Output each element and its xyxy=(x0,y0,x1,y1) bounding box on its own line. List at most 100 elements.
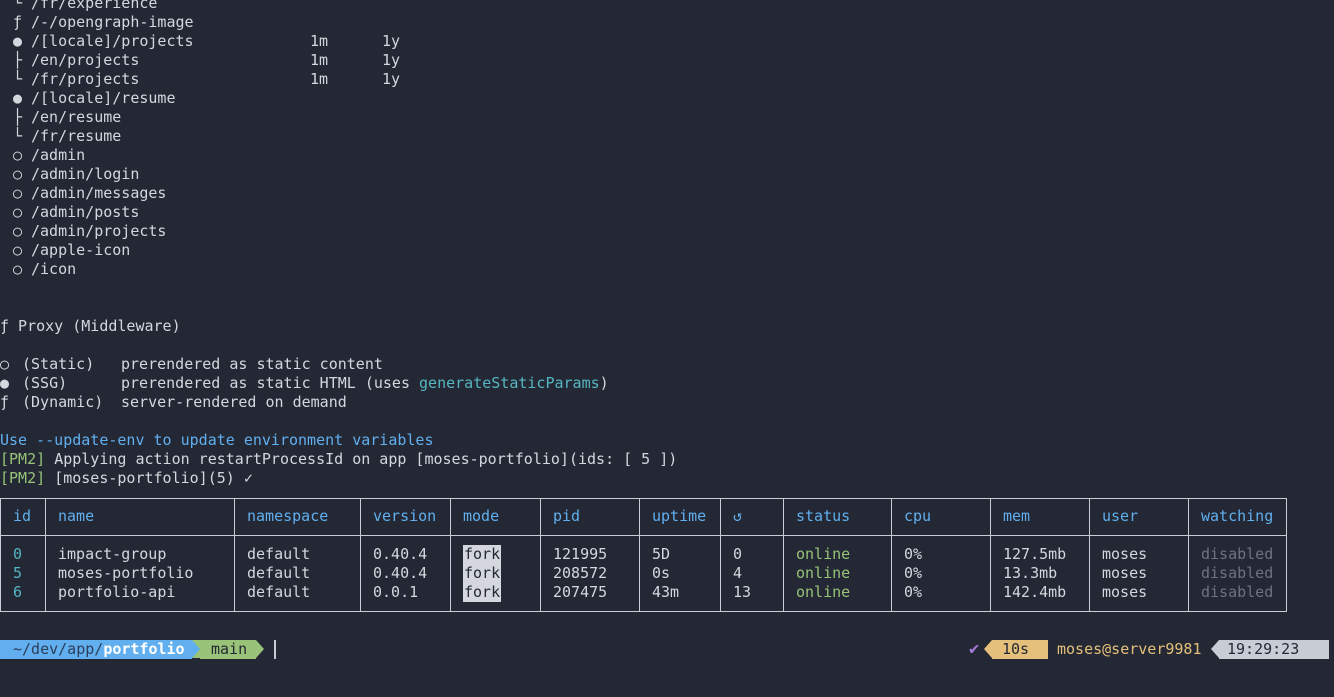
prompt-separator xyxy=(1211,640,1219,658)
table-border xyxy=(0,498,1287,499)
process-watching: disabled xyxy=(1201,545,1274,563)
table-border xyxy=(234,498,235,612)
prompt-branch-segment: main xyxy=(200,640,256,659)
prompt-time-segment: 19:29:23 xyxy=(1219,640,1329,659)
pm2-process-table: id name namespace version mode pid uptime ↺ stat… xyxy=(0,498,1287,612)
legend-dynamic-symbol: ƒ xyxy=(0,393,10,411)
pm2-log-1: [PM2] Applying action restartProcessId o… xyxy=(0,450,677,469)
process-name: impact-group xyxy=(58,545,167,563)
table-border xyxy=(540,498,541,612)
table-border xyxy=(450,498,451,612)
process-status: online xyxy=(796,545,851,563)
pm2-message: Applying action restartProcessId on app … xyxy=(54,450,678,468)
process-uptime: 5D xyxy=(652,545,671,563)
prompt-path-prefix: ~/dev/app/ xyxy=(13,640,104,658)
route-type-glyph: ○ xyxy=(13,203,23,221)
process-status: online xyxy=(796,583,851,601)
route-type-glyph: ○ xyxy=(13,260,23,278)
process-version: 0.40.4 xyxy=(373,564,428,582)
process-pid: 207475 xyxy=(553,583,608,601)
process-id: 5 xyxy=(13,564,23,582)
route-expire: 1y xyxy=(382,70,401,88)
process-cpu: 0% xyxy=(904,545,923,563)
table-border xyxy=(1089,498,1090,612)
process-mem: 142.4mb xyxy=(1003,583,1067,601)
route-path: /fr/resume xyxy=(31,127,122,145)
route-type-glyph: ├ xyxy=(13,51,23,69)
legend-ssg-symbol: ● xyxy=(0,374,10,392)
process-mode: fork xyxy=(463,545,502,564)
process-mem: 127.5mb xyxy=(1003,545,1067,563)
route-path: /admin/projects xyxy=(31,222,167,240)
route-type-glyph: ├ xyxy=(13,108,23,126)
route-path: /admin xyxy=(31,146,86,164)
legend-static-symbol: ○ xyxy=(0,355,10,373)
column-header: watching xyxy=(1201,507,1274,525)
route-type-glyph: └ xyxy=(13,70,23,88)
route-path: /admin/messages xyxy=(31,184,167,202)
process-version: 0.0.1 xyxy=(373,583,419,601)
table-border xyxy=(1188,498,1189,612)
route-type-glyph: ƒ xyxy=(13,13,23,31)
restart-count-header-icon: ↺ xyxy=(733,507,743,525)
prompt-separator xyxy=(984,640,992,658)
prompt-separator xyxy=(192,640,200,658)
route-path: /fr/projects xyxy=(31,70,140,88)
pm2-message: [moses-portfolio](5) ✓ xyxy=(54,469,253,487)
process-id: 6 xyxy=(13,583,23,601)
route-revalidate: 1m xyxy=(310,32,329,50)
check-icon: ✔ xyxy=(969,639,980,659)
route-revalidate: 1m xyxy=(310,70,329,88)
route-expire: 1y xyxy=(382,32,401,50)
table-border xyxy=(783,498,784,612)
column-header: user xyxy=(1102,507,1139,525)
column-header: id xyxy=(13,507,32,525)
process-cpu: 0% xyxy=(904,583,923,601)
process-pid: 121995 xyxy=(553,545,608,563)
legend-static: ○ (Static) prerendered as static content xyxy=(0,355,383,374)
process-watching: disabled xyxy=(1201,564,1274,582)
route-revalidate: 1m xyxy=(310,51,329,69)
route-path: /admin/posts xyxy=(31,203,140,221)
prompt-time: 19:29:23 xyxy=(1227,640,1300,658)
process-cpu: 0% xyxy=(904,564,923,582)
legend-dynamic-label: (Dynamic) xyxy=(22,393,104,411)
legend-ssg-desc: prerendered as static HTML (uses xyxy=(121,374,420,392)
route-path: /-/opengraph-image xyxy=(31,13,194,31)
column-header: version xyxy=(373,507,437,525)
table-border xyxy=(891,498,892,612)
prompt-duration-segment: 10s xyxy=(992,640,1048,659)
route-type-glyph: ○ xyxy=(13,222,23,240)
route-path: /[locale]/projects xyxy=(31,32,194,50)
prompt-path-segment: ~/dev/app/portfolio xyxy=(0,640,192,659)
prompt-user-host: moses@server9981 xyxy=(1057,640,1202,658)
legend-dynamic-desc: server-rendered on demand xyxy=(121,393,347,411)
table-border xyxy=(45,498,46,612)
process-restarts: 13 xyxy=(733,583,752,601)
pm2-log-2: [PM2] [moses-portfolio](5) ✓ xyxy=(0,469,253,488)
process-uptime: 0s xyxy=(652,564,671,582)
table-border xyxy=(360,498,361,612)
route-type-glyph: └ xyxy=(13,127,23,145)
legend-static-label: (Static) xyxy=(22,355,95,373)
prompt-separator xyxy=(256,640,264,658)
route-expire: 1y xyxy=(382,51,401,69)
column-header: name xyxy=(58,507,95,525)
process-status: online xyxy=(796,564,851,582)
process-user: moses xyxy=(1102,564,1148,582)
process-user: moses xyxy=(1102,545,1148,563)
process-namespace: default xyxy=(247,564,311,582)
column-header: pid xyxy=(553,507,581,525)
process-uptime: 43m xyxy=(652,583,680,601)
process-id: 0 xyxy=(13,545,23,563)
process-mode: fork xyxy=(463,583,502,602)
table-border xyxy=(990,498,991,612)
table-border xyxy=(0,535,1287,536)
process-mem: 13.3mb xyxy=(1003,564,1058,582)
route-path: /fr/experience xyxy=(31,0,158,12)
route-type-glyph: ● xyxy=(13,32,23,50)
process-restarts: 4 xyxy=(733,564,743,582)
text-cursor xyxy=(274,640,276,659)
legend-ssg-tail: ) xyxy=(599,374,609,392)
route-type-glyph: └ xyxy=(13,0,23,12)
